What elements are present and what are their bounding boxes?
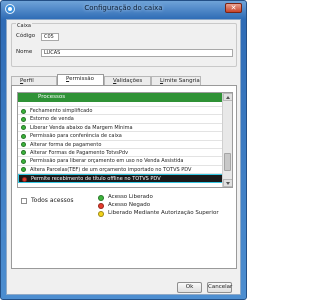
list-item[interactable]: Liberar Venda abaixo da Margem Mínima <box>18 124 223 133</box>
permissao-panel: Processos Fechamento simplificado Estorn… <box>11 85 237 269</box>
title-bar[interactable]: Configuração do caixa ✕ <box>1 1 246 18</box>
list-scrollbar[interactable] <box>222 93 232 187</box>
status-icon-green <box>21 167 26 173</box>
nome-field[interactable]: LUCAS <box>41 49 233 57</box>
caixa-group-label: Caixa <box>16 23 32 29</box>
scroll-thumb[interactable] <box>224 153 231 171</box>
permissions-rows: Fechamento simplificado Estorno de venda… <box>18 103 223 183</box>
status-icon-green <box>21 133 26 139</box>
status-icon-green <box>21 142 26 148</box>
close-button[interactable]: ✕ <box>225 3 242 13</box>
todos-acessos-checkbox[interactable] <box>21 198 27 204</box>
scroll-up-button[interactable] <box>223 93 232 101</box>
status-icon-green <box>21 116 26 122</box>
window-title: Configuração do caixa <box>84 4 163 12</box>
green-status-icon <box>98 195 104 201</box>
list-item[interactable]: Permissão para conferência de caixa <box>18 132 223 141</box>
legend-superior-label: Liberado Mediante Autorização Superior <box>108 210 219 216</box>
legend-liberado-label: Acesso Liberado <box>108 194 153 200</box>
status-icon-green <box>21 125 26 131</box>
status-icon-red <box>22 176 27 182</box>
codigo-field[interactable]: C05 <box>41 33 59 41</box>
scroll-down-button[interactable] <box>223 179 232 187</box>
list-item-selected[interactable]: Permite recebimento de título offline no… <box>18 174 223 183</box>
list-item[interactable]: Alterar forma de pagamento <box>18 141 223 149</box>
codigo-label: Código <box>16 33 36 39</box>
nome-label: Nome <box>16 49 33 55</box>
list-item[interactable]: Alterar Formas de Pagamento TotvsPdv <box>18 149 223 158</box>
red-status-icon <box>98 203 104 209</box>
permissions-list[interactable]: Processos Fechamento simplificado Estorn… <box>17 92 233 188</box>
caixa-group: Caixa Código C05 Nome LUCAS <box>11 23 237 67</box>
legend-negado-label: Acesso Negado <box>108 202 151 208</box>
config-caixa-window: Configuração do caixa ✕ Caixa Código C05… <box>0 0 247 300</box>
yellow-status-icon <box>98 211 104 217</box>
ok-button[interactable]: Ok <box>177 282 202 293</box>
processos-header[interactable]: Processos <box>18 93 222 102</box>
status-icon-green <box>21 158 26 164</box>
dialog-body: Caixa Código C05 Nome LUCAS Perfil Permi… <box>6 19 241 295</box>
todos-acessos-label: Todos acessos <box>31 197 74 204</box>
list-item[interactable]: Altera Parcelas(TEF) de um orçamento imp… <box>18 166 223 175</box>
list-item[interactable]: Estorno de venda <box>18 115 223 124</box>
list-item[interactable]: Permissão para liberar orçamento em uso … <box>18 157 223 166</box>
list-item[interactable]: Fechamento simplificado <box>18 107 223 116</box>
status-icon-green <box>21 108 26 114</box>
status-icon-green <box>21 150 26 156</box>
cancel-button[interactable]: Cancelar <box>207 282 232 293</box>
